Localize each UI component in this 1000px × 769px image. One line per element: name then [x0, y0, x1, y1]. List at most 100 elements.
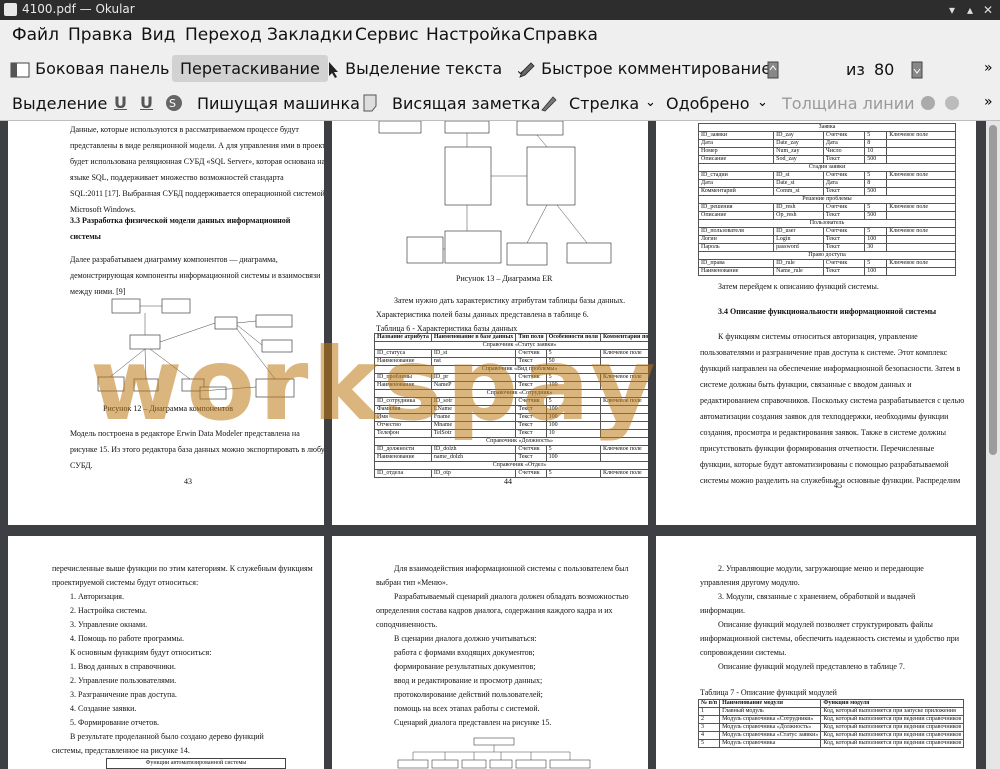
table-cell: Имя	[374, 413, 432, 422]
menu-tools[interactable]: Сервис	[355, 25, 419, 45]
page-44: Рисунок 13 – Диаграмма ER Затем нужно да…	[332, 121, 648, 525]
table-row: ID_должности ID_dolzh Счетчик 5 Ключевое пол…	[374, 445, 648, 454]
menu-bookmarks[interactable]: Закладки	[267, 25, 353, 45]
table-cell: Ключевое поле	[886, 131, 956, 140]
table-cell: Описание	[697, 211, 775, 220]
list-item: ввод и редактирование и просмотр данных;	[394, 676, 543, 685]
table-row: ID_проблемы ID_pr Счетчик 5 Ключевое поле	[374, 373, 648, 382]
stamp-approved-button[interactable]: Одобрено	[666, 94, 750, 113]
table-cell: 50	[545, 357, 601, 366]
table-cell: 4	[697, 731, 721, 740]
page-down-icon[interactable]	[911, 61, 923, 79]
db-characteristics-table-continued: Заявка ID_заявки ID_zay Счетчик 5 Ключевое по…	[697, 123, 956, 276]
svg-text:S: S	[169, 97, 176, 110]
close-button[interactable]: ✕	[980, 2, 996, 18]
table-group-row: Заявка	[698, 123, 956, 132]
typewriter-button[interactable]: Пишущая машинка	[197, 94, 360, 113]
table-cell	[599, 381, 648, 390]
table-cell: Счетчик	[822, 171, 866, 180]
table-cell: Отчество	[374, 421, 432, 430]
table-cell: Текст	[822, 235, 866, 244]
component-diagram	[97, 298, 295, 400]
color-icon[interactable]	[920, 95, 936, 111]
arrow-button[interactable]: Стрелка	[569, 94, 639, 113]
table-row: Имя Fname Текст 100	[374, 413, 648, 422]
table-group-row: Решение проблемы	[698, 195, 956, 204]
er-diagram	[378, 121, 612, 266]
table-cell: Код, который выполняется при ведении спр…	[820, 723, 965, 732]
text-line: Затем нужно дать характеристику атрибута…	[394, 296, 626, 305]
table-cell: Право доступа	[698, 251, 956, 260]
strikeout-icon[interactable]: S	[165, 94, 183, 112]
table-cell: Телефон	[374, 429, 432, 438]
table-row: Пароль password Текст 30	[697, 243, 956, 252]
text-line: демонстрирующая компоненты информационно…	[70, 271, 321, 280]
toolbar-overflow-icon[interactable]: »	[984, 60, 993, 76]
line-width-button[interactable]: Толщина линии	[782, 94, 915, 113]
minimize-button[interactable]: ▾	[944, 2, 960, 18]
table-row: 1 Главный модуль Код, который выполняется …	[697, 707, 965, 716]
text-select-button[interactable]: Выделение текста ⌄	[326, 59, 525, 79]
table-cell: ID_права	[697, 259, 775, 268]
menu-help[interactable]: Справка	[523, 25, 598, 45]
page-45: Заявка ID_заявки ID_zay Счетчик 5 Ключевое по…	[656, 121, 976, 525]
sticky-note-icon[interactable]	[362, 94, 378, 112]
dialog-scenario-diagram	[397, 737, 591, 769]
table-cell: 5	[864, 203, 888, 212]
chevron-down-icon[interactable]: ⌄	[645, 95, 656, 110]
table-cell: 100	[545, 453, 601, 462]
table-cell: Счетчик	[515, 397, 547, 406]
sidebar-toggle-button[interactable]: Боковая панель	[10, 59, 169, 79]
table-cell: Sod_zay	[773, 155, 824, 164]
menu-edit[interactable]: Правка	[68, 25, 133, 45]
quick-annotation-label: Быстрое комментирование	[541, 59, 772, 78]
table-cell: Login	[773, 235, 824, 244]
page-48: 2. Управляющие модули, загружающие меню …	[656, 536, 976, 769]
table-row: Дата Date_zay Дата 8	[697, 139, 956, 148]
arrow-pen-icon[interactable]	[540, 94, 558, 112]
table-header-cell: Комментарии по коду	[599, 333, 648, 342]
figure-caption: Рисунок 12 – Диаграмма компонентов	[103, 404, 234, 413]
highlight-button[interactable]: Выделение	[12, 94, 107, 113]
table-cell: Дата	[822, 139, 866, 148]
text-line: К основным функциям будут относиться:	[70, 648, 212, 657]
scrollbar-thumb[interactable]	[989, 125, 997, 455]
table-row: 3 Модуль справочника «Должность» Код, кото…	[697, 723, 965, 732]
underline-icon[interactable]: U	[114, 93, 127, 112]
table-cell	[886, 243, 956, 252]
text-line: представлены в виде реляционной модели. …	[70, 141, 324, 150]
table-cell: nst	[430, 357, 517, 366]
opacity-icon[interactable]	[944, 95, 960, 111]
function-tree-root: Функции автоматизированной системы	[106, 758, 286, 769]
table-cell: Комментарий	[697, 187, 775, 196]
vertical-scrollbar[interactable]	[986, 121, 1000, 769]
toolbar-overflow-icon[interactable]: »	[984, 94, 993, 110]
squiggle-icon[interactable]: U	[140, 93, 153, 112]
sticky-note-button[interactable]: Висящая заметка	[392, 94, 540, 113]
drag-mode-button[interactable]: Перетаскивание	[172, 55, 328, 82]
table-cell: Стадия заявки	[698, 163, 956, 172]
menu-file[interactable]: Файл	[12, 25, 59, 45]
menu-settings[interactable]: Настройка	[426, 25, 521, 45]
menu-go[interactable]: Переход	[185, 25, 262, 45]
table-cell: 5	[545, 469, 601, 478]
page-43: Данные, которые используются в рассматри…	[8, 121, 324, 525]
quick-annotation-button[interactable]: Быстрое комментирование	[518, 59, 771, 79]
table-cell: 5	[864, 259, 888, 268]
table-cell	[886, 211, 956, 220]
text-line: В результате проделанной было создано де…	[70, 732, 264, 741]
table-cell: Модуль справочника «Сотрудники»	[719, 715, 822, 724]
table-cell: Пользователь	[698, 219, 956, 228]
document-view[interactable]: Данные, которые используются в рассматри…	[0, 121, 1000, 769]
page-up-icon[interactable]	[767, 61, 779, 79]
chevron-down-icon[interactable]: ⌄	[757, 95, 768, 110]
table-cell: Справочник «Должность»	[373, 437, 648, 446]
maximize-button[interactable]: ▴	[962, 2, 978, 18]
table-cell: ID_должности	[374, 445, 432, 454]
menu-view[interactable]: Вид	[141, 25, 175, 45]
table-cell	[599, 405, 648, 414]
table-row: Наименование name_dolzh Текст 100	[374, 453, 648, 462]
table-cell: 5	[864, 171, 888, 180]
table-group-row: Право доступа	[698, 251, 956, 260]
table-row: 2 Модуль справочника «Сотрудники» Код, кот…	[697, 715, 965, 724]
